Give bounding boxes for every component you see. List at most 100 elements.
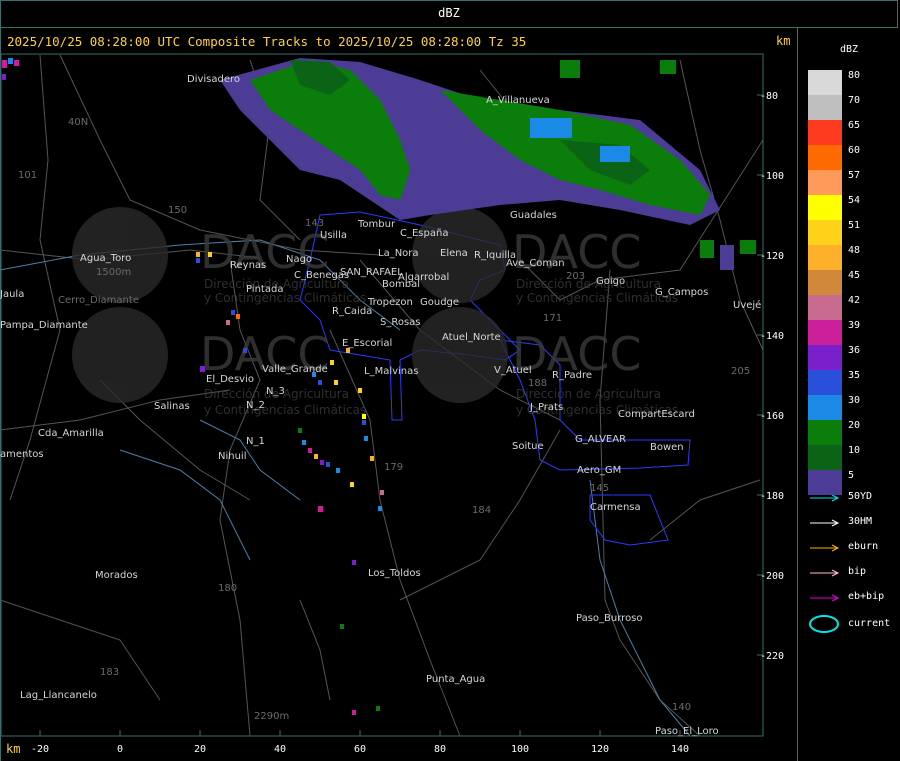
y-tick-label: -100 bbox=[760, 171, 784, 182]
svg-text:C_España: C_España bbox=[400, 228, 448, 239]
svg-text:Cda_Amarilla: Cda_Amarilla bbox=[38, 428, 104, 439]
legend-swatch bbox=[808, 70, 842, 95]
x-tick-label: 100 bbox=[511, 744, 529, 755]
svg-text:Atuel_Norte: Atuel_Norte bbox=[442, 332, 501, 343]
svg-text:Aero_GM: Aero_GM bbox=[577, 465, 621, 476]
svg-text:188: 188 bbox=[528, 378, 547, 389]
legend-bin-label: 10 bbox=[848, 445, 861, 456]
svg-text:Pintada: Pintada bbox=[246, 284, 283, 295]
legend-swatch bbox=[808, 120, 842, 145]
svg-text:SAN_RAFAEL: SAN_RAFAEL bbox=[340, 267, 403, 278]
y-axis: -80 -100 -120 -140 -160 -180 -200 -220 bbox=[757, 55, 784, 736]
svg-text:Guadales: Guadales bbox=[510, 210, 557, 221]
x-tick-label: 120 bbox=[591, 744, 609, 755]
svg-text:Goigo: Goigo bbox=[596, 276, 625, 287]
svg-text:Tropezon: Tropezon bbox=[367, 297, 413, 308]
legend-bin-label: 42 bbox=[848, 295, 861, 306]
x-tick-label: 40 bbox=[274, 744, 286, 755]
legend-track-label: bip bbox=[848, 566, 867, 577]
x-tick-label: -20 bbox=[31, 744, 49, 755]
svg-text:E_Escorial: E_Escorial bbox=[342, 338, 392, 349]
y-tick-label: -160 bbox=[760, 411, 784, 422]
svg-text:184: 184 bbox=[472, 505, 491, 516]
legend-track-label: eburn bbox=[848, 541, 879, 552]
svg-text:y Contingencias Climáticas: y Contingencias Climáticas bbox=[204, 403, 366, 417]
svg-text:40N: 40N bbox=[68, 117, 88, 128]
y-tick-label: -80 bbox=[760, 91, 778, 102]
radar-map[interactable]: DACC DACC DACC DACC Dirección de Agricul… bbox=[0, 0, 900, 761]
legend-bin-label: 45 bbox=[848, 270, 861, 281]
x-axis-unit-label: km bbox=[6, 742, 21, 756]
svg-text:Uvejé: Uvejé bbox=[733, 299, 761, 311]
legend-swatch bbox=[808, 145, 842, 170]
legend-swatch bbox=[808, 395, 842, 420]
svg-text:Agua_Toro: Agua_Toro bbox=[80, 253, 131, 264]
svg-text:G_Campos: G_Campos bbox=[655, 287, 708, 298]
x-tick-label: 140 bbox=[671, 744, 689, 755]
legend-track-label: eb+bip bbox=[848, 591, 885, 602]
svg-text:Los_Toldos: Los_Toldos bbox=[368, 568, 421, 579]
legend-swatch bbox=[808, 470, 842, 495]
legend-bin-label: 65 bbox=[848, 120, 861, 131]
svg-text:J_Prats: J_Prats bbox=[529, 402, 563, 413]
legend-track-label: 50YD bbox=[848, 491, 873, 502]
svg-text:205: 205 bbox=[731, 366, 750, 377]
legend-bin-label: 54 bbox=[848, 195, 861, 206]
svg-text:Ave_Coman: Ave_Coman bbox=[506, 258, 565, 269]
svg-text:Usilla: Usilla bbox=[320, 230, 347, 241]
legend-title: dBZ bbox=[840, 44, 859, 55]
svg-text:203: 203 bbox=[566, 271, 585, 282]
x-tick-label: 80 bbox=[434, 744, 446, 755]
svg-text:S_Rosas: S_Rosas bbox=[380, 317, 421, 328]
svg-text:Carmensa: Carmensa bbox=[590, 502, 641, 513]
svg-text:R_Padre: R_Padre bbox=[552, 370, 592, 381]
svg-text:Punta_Agua: Punta_Agua bbox=[426, 674, 485, 685]
legend-current-label: current bbox=[848, 618, 891, 629]
svg-text:CompartEscard: CompartEscard bbox=[618, 409, 695, 420]
svg-text:Paso_Burroso: Paso_Burroso bbox=[576, 613, 643, 624]
legend-swatch bbox=[808, 220, 842, 245]
legend-bin-label: 80 bbox=[848, 70, 861, 81]
svg-text:y Contingencias Climáticas: y Contingencias Climáticas bbox=[204, 291, 366, 305]
y-tick-label: -220 bbox=[760, 651, 784, 662]
legend-bin-label: 30 bbox=[848, 395, 861, 406]
svg-text:150: 150 bbox=[168, 205, 187, 216]
legend-bin-label: 35 bbox=[848, 370, 861, 381]
legend-swatch bbox=[808, 420, 842, 445]
svg-text:Elena: Elena bbox=[440, 248, 468, 259]
svg-text:Soitue: Soitue bbox=[512, 441, 544, 452]
legend-swatch bbox=[808, 370, 842, 395]
svg-text:Morados: Morados bbox=[95, 570, 138, 581]
svg-text:y Contingencias Climáticas: y Contingencias Climáticas bbox=[516, 291, 678, 305]
header-text: 2025/10/25 08:28:00 UTC Composite Tracks… bbox=[7, 34, 527, 49]
svg-text:Salinas: Salinas bbox=[154, 401, 190, 412]
legend-swatch bbox=[808, 445, 842, 470]
svg-text:Lag_Llancanelo: Lag_Llancanelo bbox=[20, 690, 97, 701]
y-tick-label: -180 bbox=[760, 491, 784, 502]
svg-text:Nago: Nago bbox=[286, 254, 312, 265]
svg-text:A_Villanueva: A_Villanueva bbox=[486, 95, 550, 106]
svg-text:Paso_El_Loro: Paso_El_Loro bbox=[655, 726, 719, 737]
svg-text:145: 145 bbox=[590, 483, 609, 494]
svg-text:N_2: N_2 bbox=[246, 400, 265, 411]
svg-text:N_1: N_1 bbox=[246, 436, 265, 447]
svg-text:amentos: amentos bbox=[0, 449, 44, 460]
svg-text:171: 171 bbox=[543, 313, 562, 324]
legend-swatch bbox=[808, 245, 842, 270]
svg-text:N_3: N_3 bbox=[266, 386, 285, 397]
svg-text:Dirección de Agricultura: Dirección de Agricultura bbox=[516, 387, 661, 401]
svg-text:Goudge: Goudge bbox=[420, 297, 459, 308]
svg-text:Bowen: Bowen bbox=[650, 442, 684, 453]
y-tick-label: -120 bbox=[760, 251, 784, 262]
legend-swatch bbox=[808, 195, 842, 220]
legend-bin-label: 36 bbox=[848, 345, 861, 356]
legend-bin-label: 60 bbox=[848, 145, 861, 156]
x-axis: -20 0 20 40 60 80 100 120 140 bbox=[31, 730, 689, 755]
svg-text:Divisadero: Divisadero bbox=[187, 74, 240, 85]
legend-bin-label: 39 bbox=[848, 320, 861, 331]
legend-swatch bbox=[808, 320, 842, 345]
x-tick-label: 20 bbox=[194, 744, 206, 755]
svg-text:2290m: 2290m bbox=[254, 711, 289, 722]
x-tick-label: 0 bbox=[117, 744, 123, 755]
x-tick-label: 60 bbox=[354, 744, 366, 755]
